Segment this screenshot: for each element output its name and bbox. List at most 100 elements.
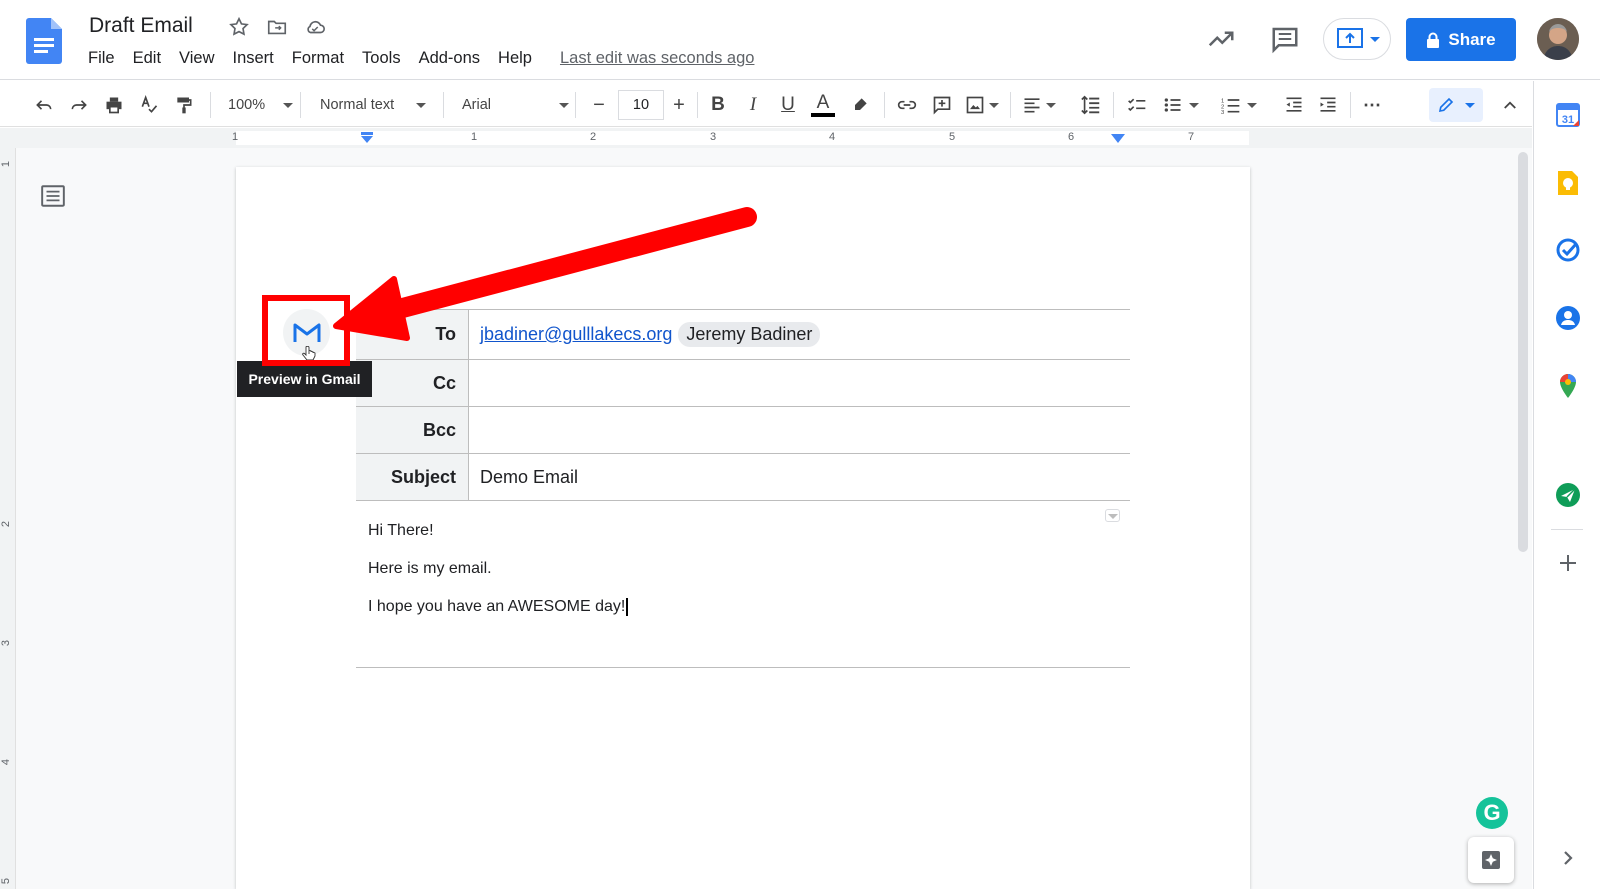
to-field[interactable]: jbadiner@gulllakecs.org Jeremy Badiner: [469, 310, 1130, 359]
explore-button[interactable]: [1468, 837, 1514, 883]
subject-label: Subject: [356, 454, 469, 500]
trending-icon[interactable]: [1206, 24, 1236, 54]
svg-text:3: 3: [1221, 110, 1224, 115]
body-line: Hi There!: [368, 522, 434, 539]
menu-tools[interactable]: Tools: [362, 49, 401, 68]
side-panel: 31: [1533, 81, 1600, 889]
ruler-tick: 3: [710, 131, 717, 143]
bold-icon[interactable]: B: [706, 93, 730, 117]
menu-help[interactable]: Help: [498, 49, 532, 68]
menu-addons[interactable]: Add-ons: [419, 49, 480, 68]
align-icon[interactable]: [1020, 93, 1058, 117]
edit-mode-icon: [1438, 97, 1454, 113]
subject-row: Subject Demo Email: [356, 454, 1130, 501]
cc-field[interactable]: [469, 360, 1130, 406]
addon-icon[interactable]: [1554, 481, 1582, 509]
highlight-icon[interactable]: [848, 93, 872, 117]
bcc-field[interactable]: [469, 407, 1130, 453]
chevron-right-icon[interactable]: [1554, 844, 1582, 872]
font-size-increase-button[interactable]: +: [668, 93, 690, 117]
text-cursor: [626, 598, 629, 616]
recipient-email-link[interactable]: jbadiner@gulllakecs.org: [480, 324, 672, 345]
vertical-scrollbar[interactable]: [1518, 152, 1528, 552]
zoom-select[interactable]: 100%: [228, 91, 294, 119]
spellcheck-icon[interactable]: [137, 93, 161, 117]
subject-field[interactable]: Demo Email: [469, 454, 1130, 500]
move-folder-icon[interactable]: [266, 16, 288, 38]
numbered-list-icon[interactable]: 123: [1220, 93, 1258, 117]
avatar[interactable]: [1537, 18, 1579, 60]
image-icon[interactable]: [964, 93, 1000, 117]
font-size-decrease-button[interactable]: −: [588, 93, 610, 117]
maps-icon[interactable]: [1554, 372, 1582, 400]
indent-increase-icon[interactable]: [1316, 93, 1340, 117]
redo-icon[interactable]: [67, 93, 91, 117]
email-body[interactable]: Hi There! Here is my email. I hope you h…: [356, 501, 1130, 668]
right-indent-marker[interactable]: [1111, 134, 1125, 144]
toolbar: 100% Normal text Arial − 10 + B I U A 12…: [0, 81, 1532, 127]
link-icon[interactable]: [894, 93, 920, 117]
menu-view[interactable]: View: [179, 49, 214, 68]
style-select[interactable]: Normal text: [320, 91, 427, 119]
collapse-icon[interactable]: [1498, 93, 1522, 117]
left-indent-marker[interactable]: [360, 132, 374, 144]
contacts-icon[interactable]: [1554, 304, 1582, 332]
body-line-cursor: I hope you have an AWESOME day!: [368, 598, 629, 616]
undo-icon[interactable]: [32, 93, 56, 117]
text-color-icon[interactable]: A: [810, 90, 836, 120]
menu-file[interactable]: File: [88, 49, 115, 68]
calendar-icon[interactable]: 31: [1554, 101, 1582, 129]
vertical-ruler[interactable]: 1 2 3 4 5: [0, 148, 16, 889]
ruler-tick: 6: [1068, 131, 1075, 143]
font-value: Arial: [462, 97, 492, 113]
keep-icon[interactable]: [1554, 169, 1582, 197]
horizontal-ruler[interactable]: 1 1 2 3 4 5 6 7: [0, 128, 1532, 148]
to-label: To: [356, 310, 469, 359]
print-icon[interactable]: [102, 93, 126, 117]
zoom-value: 100%: [228, 97, 266, 113]
ruler-tick: 7: [1188, 131, 1195, 143]
comment-icon[interactable]: [1270, 24, 1300, 54]
last-edit-link[interactable]: Last edit was seconds ago: [560, 49, 754, 68]
docs-logo-icon[interactable]: [26, 18, 62, 64]
explore-icon: [1482, 851, 1500, 869]
cc-row: Cc: [356, 360, 1130, 407]
plus-icon[interactable]: [1554, 549, 1582, 577]
present-icon: [1337, 28, 1363, 48]
ruler-tick: 2: [590, 131, 597, 143]
ruler-tick: 1: [471, 131, 478, 143]
ruler-tick: 2: [0, 520, 13, 528]
body-options-icon[interactable]: [1105, 509, 1120, 522]
menu-insert[interactable]: Insert: [233, 49, 274, 68]
ruler-tick: 3: [0, 639, 13, 647]
add-comment-icon[interactable]: [930, 93, 954, 117]
italic-icon[interactable]: I: [741, 93, 765, 117]
grammarly-icon[interactable]: G: [1476, 797, 1508, 829]
style-value: Normal text: [320, 97, 395, 113]
menu-edit[interactable]: Edit: [133, 49, 161, 68]
more-icon[interactable]: ⋯: [1360, 93, 1384, 117]
ruler-tick: 1: [232, 131, 239, 143]
lock-icon: [1427, 32, 1440, 48]
cloud-icon[interactable]: [304, 16, 326, 38]
present-button[interactable]: [1323, 18, 1391, 60]
checklist-icon[interactable]: [1124, 93, 1150, 117]
bullet-list-icon[interactable]: [1162, 93, 1200, 117]
star-icon[interactable]: [228, 16, 250, 38]
annotation-highlight-box: [262, 295, 350, 366]
font-size-input[interactable]: 10: [618, 90, 664, 120]
underline-icon[interactable]: U: [776, 93, 800, 117]
ruler-tick: 4: [0, 758, 13, 766]
header: Draft Email File Edit View Insert Format…: [0, 0, 1600, 80]
outline-icon[interactable]: [40, 183, 66, 209]
indent-decrease-icon[interactable]: [1282, 93, 1306, 117]
edit-mode-button[interactable]: [1429, 88, 1483, 122]
paint-format-icon[interactable]: [172, 93, 196, 117]
menu-format[interactable]: Format: [292, 49, 344, 68]
share-button[interactable]: Share: [1406, 18, 1516, 61]
document-title[interactable]: Draft Email: [89, 14, 193, 38]
line-spacing-icon[interactable]: [1078, 93, 1104, 117]
recipient-chip[interactable]: Jeremy Badiner: [678, 322, 821, 347]
tasks-icon[interactable]: [1554, 236, 1582, 264]
font-select[interactable]: Arial: [462, 91, 570, 119]
